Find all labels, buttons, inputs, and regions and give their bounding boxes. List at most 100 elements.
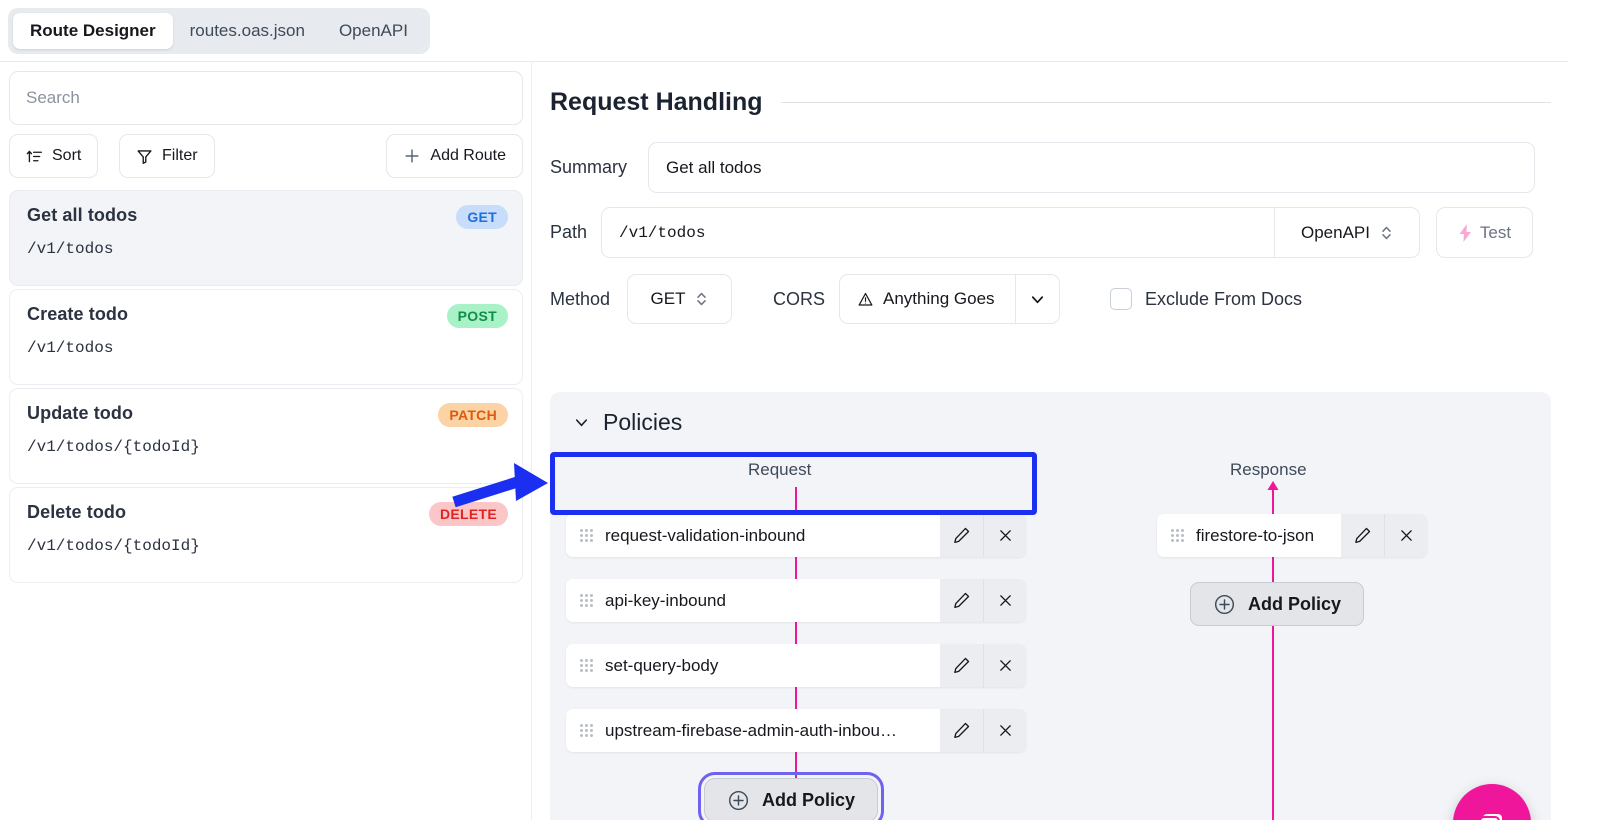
edit-policy-button[interactable] [940,514,983,557]
policy-name: firestore-to-json [1196,525,1315,545]
stepper-icon [1380,224,1393,242]
pencil-icon [1355,527,1371,544]
filter-label: Filter [162,147,198,164]
policies-title: Policies [603,409,683,435]
test-label: Test [1479,222,1512,242]
method-value: GET [650,289,686,308]
request-handling-panel: Request Handling Summary Get all todos P… [533,62,1568,820]
summary-label: Summary [550,157,628,177]
tab-bar: Route Designer routes.oas.json OpenAPI [0,0,1568,62]
route-path: /v1/todos [27,240,114,258]
tab-openapi[interactable]: OpenAPI [322,13,425,49]
drag-handle-icon[interactable] [580,659,593,672]
add-policy-label: Add Policy [762,789,856,810]
drag-handle-icon[interactable] [1171,529,1184,542]
exclude-from-docs-label: Exclude From Docs [1145,288,1303,309]
policy-name: api-key-inbound [605,590,726,610]
method-badge: POST [446,304,508,328]
policy-row[interactable]: set-query-body [566,644,1026,687]
warning-icon [857,291,874,308]
response-column-label: Response [1230,460,1307,479]
chat-bubble-button[interactable] [1453,784,1531,820]
cors-label: CORS [773,288,826,309]
add-route-label: Add Route [430,147,506,164]
request-column-label: Request [748,460,812,479]
policy-row[interactable]: upstream-firebase-admin-auth-inbou… [566,709,1026,752]
sort-button[interactable]: Sort [9,134,99,178]
tab-routes-oas-json[interactable]: routes.oas.json [173,13,322,49]
remove-policy-button[interactable] [983,709,1026,752]
tab-group: Route Designer routes.oas.json OpenAPI [8,8,430,54]
summary-input[interactable]: Get all todos [648,142,1535,193]
edit-policy-button[interactable] [940,579,983,622]
header-divider [780,102,1551,103]
drag-handle-icon[interactable] [580,594,593,607]
exclude-from-docs-checkbox[interactable] [1110,288,1133,310]
section-header: Request Handling [550,88,1551,117]
method-badge: PATCH [438,403,508,427]
close-icon [999,725,1011,736]
policy-row[interactable]: api-key-inbound [566,579,1026,622]
path-input[interactable]: /v1/todos [601,207,1275,258]
edit-policy-button[interactable] [1341,514,1384,557]
path-value: /v1/todos [619,223,706,242]
route-list: Get all todos /v1/todos GET Create todo … [9,190,523,586]
close-icon [999,530,1011,541]
route-list-item[interactable]: Update todo /v1/todos/{todoId} PATCH [9,388,523,484]
path-label: Path [550,222,588,242]
summary-value: Get all todos [666,157,762,177]
path-row: Path /v1/todos OpenAPI Test [550,207,1533,258]
stepper-icon [695,290,708,308]
drag-handle-icon[interactable] [580,724,593,737]
close-icon [999,660,1011,671]
test-button[interactable]: Test [1436,207,1533,258]
add-route-button[interactable]: Add Route [386,134,523,178]
route-list-item[interactable]: Create todo /v1/todos POST [9,289,523,385]
method-badge: GET [456,205,508,229]
remove-policy-button[interactable] [1384,514,1427,557]
pencil-icon [954,722,970,739]
add-policy-button-response[interactable]: Add Policy [1190,582,1365,626]
filter-icon [136,148,153,165]
policy-row[interactable]: request-validation-inbound [566,514,1026,557]
method-cors-row: Method GET CORS Anything Goes Exclude Fr… [550,274,1302,324]
remove-policy-button[interactable] [983,514,1026,557]
route-list-item[interactable]: Get all todos /v1/todos GET [9,190,523,286]
method-select[interactable]: GET [627,274,732,324]
chevron-down-icon [1028,290,1047,309]
remove-policy-button[interactable] [983,644,1026,687]
edit-policy-button[interactable] [940,644,983,687]
close-icon [999,595,1011,606]
path-source-value: OpenAPI [1301,222,1370,242]
cors-value: Anything Goes [883,289,995,308]
path-source-select[interactable]: OpenAPI [1275,207,1420,258]
search-input[interactable]: Search [9,71,523,125]
add-policy-button-request[interactable]: Add Policy [697,772,885,820]
pencil-icon [954,592,970,609]
policy-row[interactable]: firestore-to-json [1157,514,1427,557]
sort-label: Sort [52,147,82,164]
sort-icon [26,148,43,165]
remove-policy-button[interactable] [983,579,1026,622]
chat-bubble-icon [1479,814,1502,820]
exclude-from-docs-row[interactable]: Exclude From Docs [1110,288,1302,310]
route-name: Create todo [27,304,129,324]
cors-select[interactable]: Anything Goes [839,274,1017,324]
route-list-item[interactable]: Delete todo /v1/todos/{todoId} DELETE [9,487,523,583]
filter-button[interactable]: Filter [119,134,215,178]
policies-toggle[interactable]: Policies [572,409,682,436]
response-flow-arrow [1267,481,1279,502]
close-icon [1400,530,1412,541]
route-name: Update todo [27,403,134,423]
route-path: /v1/todos/{todoId} [27,537,200,555]
chevron-down-icon [572,413,591,432]
edit-policy-button[interactable] [940,709,983,752]
page-title: Request Handling [550,88,763,116]
drag-handle-icon[interactable] [580,529,593,542]
route-name: Get all todos [27,205,138,225]
cors-dropdown-button[interactable] [1016,274,1061,324]
policy-name: upstream-firebase-admin-auth-inbou… [605,720,897,740]
tab-route-designer[interactable]: Route Designer [13,13,173,49]
method-label: Method [550,288,611,309]
policy-name: set-query-body [605,655,719,675]
